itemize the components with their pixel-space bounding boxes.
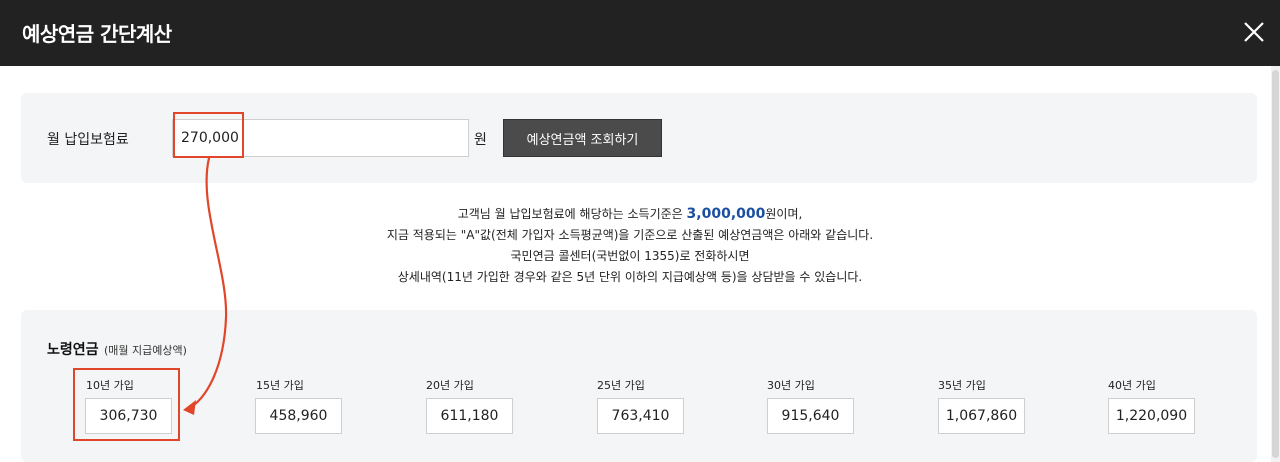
income-standard-amount: 3,000,000 (686, 206, 766, 222)
period-label-40: 40년 가입 (1108, 379, 1156, 392)
info-line-1: 고객님 월 납입보험료에 해당하는 소득기준은 3,000,000원이며, (300, 204, 960, 225)
info-line-4: 상세내역(11년 가입한 경우와 같은 5년 단위 이하의 지급예상액 등)을 … (397, 270, 863, 284)
info-line-3: 국민연금 콜센터(국번없이 1355)로 전화하시면 (510, 249, 750, 263)
pension-value-20: 611,180 (426, 398, 513, 434)
pension-value-35: 1,067,860 (938, 398, 1025, 434)
pension-value-25: 763,410 (597, 398, 684, 434)
pension-value-30: 915,640 (767, 398, 854, 434)
pension-value-15: 458,960 (255, 398, 342, 434)
close-icon (1244, 22, 1264, 42)
scrollbar-thumb[interactable] (1272, 70, 1279, 458)
info-line-1-post: 원이며, (765, 207, 803, 221)
pension-value-40: 1,220,090 (1108, 398, 1195, 434)
info-line-2: 지금 적용되는 "A"값(전체 가입자 소득평균액)을 기준으로 산출된 예상연… (386, 228, 874, 242)
annotation-box-input (173, 112, 244, 158)
annotation-box-result (73, 368, 180, 441)
result-subtitle: (매월 지급예상액) (104, 344, 187, 357)
info-line-1-pre: 고객님 월 납입보험료에 해당하는 소득기준은 (457, 207, 687, 221)
result-title: 노령연금 (47, 342, 99, 358)
premium-label: 월 납입보험료 (47, 132, 129, 148)
close-button[interactable] (1238, 16, 1270, 48)
page-title: 예상연금 간단계산 (22, 22, 172, 46)
currency-unit: 원 (474, 132, 487, 148)
header-bar (0, 0, 1280, 66)
query-pension-button[interactable]: 예상연금액 조회하기 (503, 119, 662, 157)
period-label-30: 30년 가입 (767, 379, 815, 392)
period-label-15: 15년 가입 (256, 379, 304, 392)
period-label-35: 35년 가입 (938, 379, 986, 392)
period-label-20: 20년 가입 (426, 379, 474, 392)
info-text: 고객님 월 납입보험료에 해당하는 소득기준은 3,000,000원이며, 지금… (300, 204, 960, 288)
period-label-25: 25년 가입 (597, 379, 645, 392)
